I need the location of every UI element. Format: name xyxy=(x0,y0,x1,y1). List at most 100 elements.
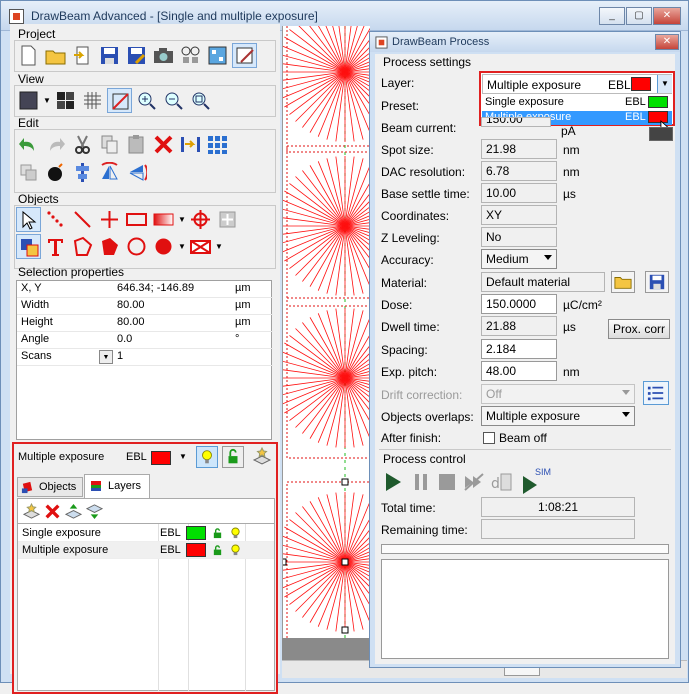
flip-horizontal-icon[interactable] xyxy=(97,160,122,185)
process-log[interactable] xyxy=(381,559,669,659)
flip-vertical-icon[interactable] xyxy=(124,160,149,185)
open-folder-icon[interactable] xyxy=(43,43,68,68)
cut-icon[interactable] xyxy=(70,132,95,157)
filled-polygon-icon[interactable] xyxy=(97,234,122,259)
open-folder-icon[interactable] xyxy=(611,271,635,293)
minimize-button[interactable]: _ xyxy=(599,7,625,25)
chevron-down-icon[interactable]: ▼ xyxy=(179,452,187,461)
prop-row-height[interactable]: Height 80.00 µm xyxy=(17,315,273,332)
array-icon[interactable] xyxy=(205,132,230,157)
spacing-input[interactable]: 2.184 xyxy=(481,339,557,359)
text-icon[interactable] xyxy=(43,234,68,259)
accuracy-select[interactable]: Medium xyxy=(481,249,557,269)
zoom-in-icon[interactable] xyxy=(134,88,159,113)
prop-row-xy[interactable]: X, Y 646.34; -146.89 µm xyxy=(17,281,273,298)
envelope-icon[interactable] xyxy=(188,234,213,259)
prop-row-width[interactable]: Width 80.00 µm xyxy=(17,298,273,315)
import-icon[interactable] xyxy=(70,43,95,68)
group-icon[interactable] xyxy=(16,160,41,185)
redo-icon[interactable] xyxy=(43,132,68,157)
pattern-icon[interactable] xyxy=(205,43,230,68)
stop-icon[interactable] xyxy=(437,472,457,492)
drawing-canvas[interactable] xyxy=(282,26,370,638)
process-close-button[interactable]: ✕ xyxy=(655,34,679,50)
circle-icon[interactable] xyxy=(124,234,149,259)
current-layer-combo[interactable]: Multiple exposure EBL ▼ xyxy=(16,447,192,469)
layer-color-swatch[interactable] xyxy=(186,543,206,557)
prop-row-angle[interactable]: Angle 0.0 ° xyxy=(17,332,273,349)
drift-correction-select[interactable]: Off xyxy=(481,384,635,404)
chevron-down-icon[interactable]: ▼ xyxy=(43,88,51,113)
beam-off-checkbox[interactable] xyxy=(483,432,495,444)
skip-icon[interactable] xyxy=(463,472,487,492)
list-item[interactable]: Single exposure EBL xyxy=(18,525,274,542)
prox-corr-button[interactable]: Prox. corr xyxy=(608,319,670,339)
pause-icon[interactable] xyxy=(411,472,431,492)
lightbulb-icon[interactable] xyxy=(196,446,218,468)
snap-icon[interactable] xyxy=(107,88,132,113)
grid-icon[interactable] xyxy=(80,88,105,113)
tab-layers[interactable]: Layers xyxy=(84,474,150,498)
layer-objects-icon[interactable] xyxy=(16,234,41,259)
chevron-down-icon[interactable]: ▼ xyxy=(178,207,186,232)
select-arrow-icon[interactable] xyxy=(16,207,41,232)
chevron-down-icon[interactable]: ▼ xyxy=(99,350,113,364)
zoom-fit-icon[interactable] xyxy=(188,88,213,113)
dose-input[interactable]: 150.0000 xyxy=(481,294,557,314)
play-icon[interactable] xyxy=(383,472,403,492)
save-as-icon[interactable] xyxy=(124,43,149,68)
copy-icon[interactable] xyxy=(97,132,122,157)
quad-view-icon[interactable] xyxy=(53,88,78,113)
maximize-button[interactable]: ▢ xyxy=(626,7,652,25)
line-icon[interactable] xyxy=(70,207,95,232)
dose-test-icon[interactable]: d xyxy=(491,472,515,492)
undo-icon[interactable] xyxy=(16,132,41,157)
chevron-down-icon[interactable]: ▼ xyxy=(657,75,672,93)
list-item[interactable]: Multiple exposure EBL xyxy=(18,542,274,559)
polygon-icon[interactable] xyxy=(70,234,95,259)
filled-circle-icon[interactable] xyxy=(151,234,176,259)
simulate-icon[interactable] xyxy=(521,474,543,494)
unlock-icon[interactable] xyxy=(212,528,223,539)
delete-icon[interactable] xyxy=(151,132,176,157)
prop-row-scans[interactable]: Scans ▼ 1 xyxy=(17,349,273,366)
paste-icon[interactable] xyxy=(124,132,149,157)
edit-pattern-icon[interactable] xyxy=(232,43,257,68)
bomb-icon[interactable] xyxy=(43,160,68,185)
chevron-down-icon[interactable]: ▼ xyxy=(178,234,186,259)
points-icon[interactable] xyxy=(43,207,68,232)
close-button[interactable]: ✕ xyxy=(653,7,681,25)
tab-objects[interactable]: Objects xyxy=(17,477,83,497)
unlock-icon[interactable] xyxy=(212,545,223,556)
zoom-out-icon[interactable] xyxy=(161,88,186,113)
camera-icon[interactable] xyxy=(151,43,176,68)
rectangle-icon[interactable] xyxy=(124,207,149,232)
align-icon[interactable] xyxy=(178,132,203,157)
lightbulb-icon[interactable] xyxy=(230,527,241,540)
process-titlebar[interactable]: DrawBeam Process ✕ xyxy=(370,32,680,52)
shapes-icon[interactable] xyxy=(178,43,203,68)
layer-color-swatch[interactable] xyxy=(186,526,206,540)
save-material-icon[interactable] xyxy=(645,271,669,293)
gradient-rectangle-icon[interactable] xyxy=(151,207,176,232)
layer-option-single[interactable]: Single exposure EBL xyxy=(482,96,672,110)
save-icon[interactable] xyxy=(97,43,122,68)
chevron-down-icon[interactable]: ▼ xyxy=(215,234,223,259)
objects-overlaps-select[interactable]: Multiple exposure xyxy=(481,406,635,426)
new-layer-icon[interactable] xyxy=(23,503,40,520)
unlock-icon[interactable] xyxy=(222,446,244,468)
cross-icon[interactable] xyxy=(97,207,122,232)
calculator-icon[interactable] xyxy=(649,127,673,141)
bitmap-icon[interactable] xyxy=(215,207,240,232)
distribute-icon[interactable] xyxy=(70,160,95,185)
move-layer-down-icon[interactable] xyxy=(86,503,103,520)
delete-layer-icon[interactable] xyxy=(45,504,60,519)
target-icon[interactable] xyxy=(188,207,213,232)
lightbulb-icon[interactable] xyxy=(230,544,241,557)
move-layer-up-icon[interactable] xyxy=(65,503,82,520)
new-file-icon[interactable] xyxy=(16,43,41,68)
list-settings-icon[interactable] xyxy=(643,381,669,405)
exp-pitch-input[interactable]: 48.00 xyxy=(481,361,557,381)
background-icon[interactable] xyxy=(16,88,41,113)
layer-settings-icon[interactable] xyxy=(252,446,274,468)
